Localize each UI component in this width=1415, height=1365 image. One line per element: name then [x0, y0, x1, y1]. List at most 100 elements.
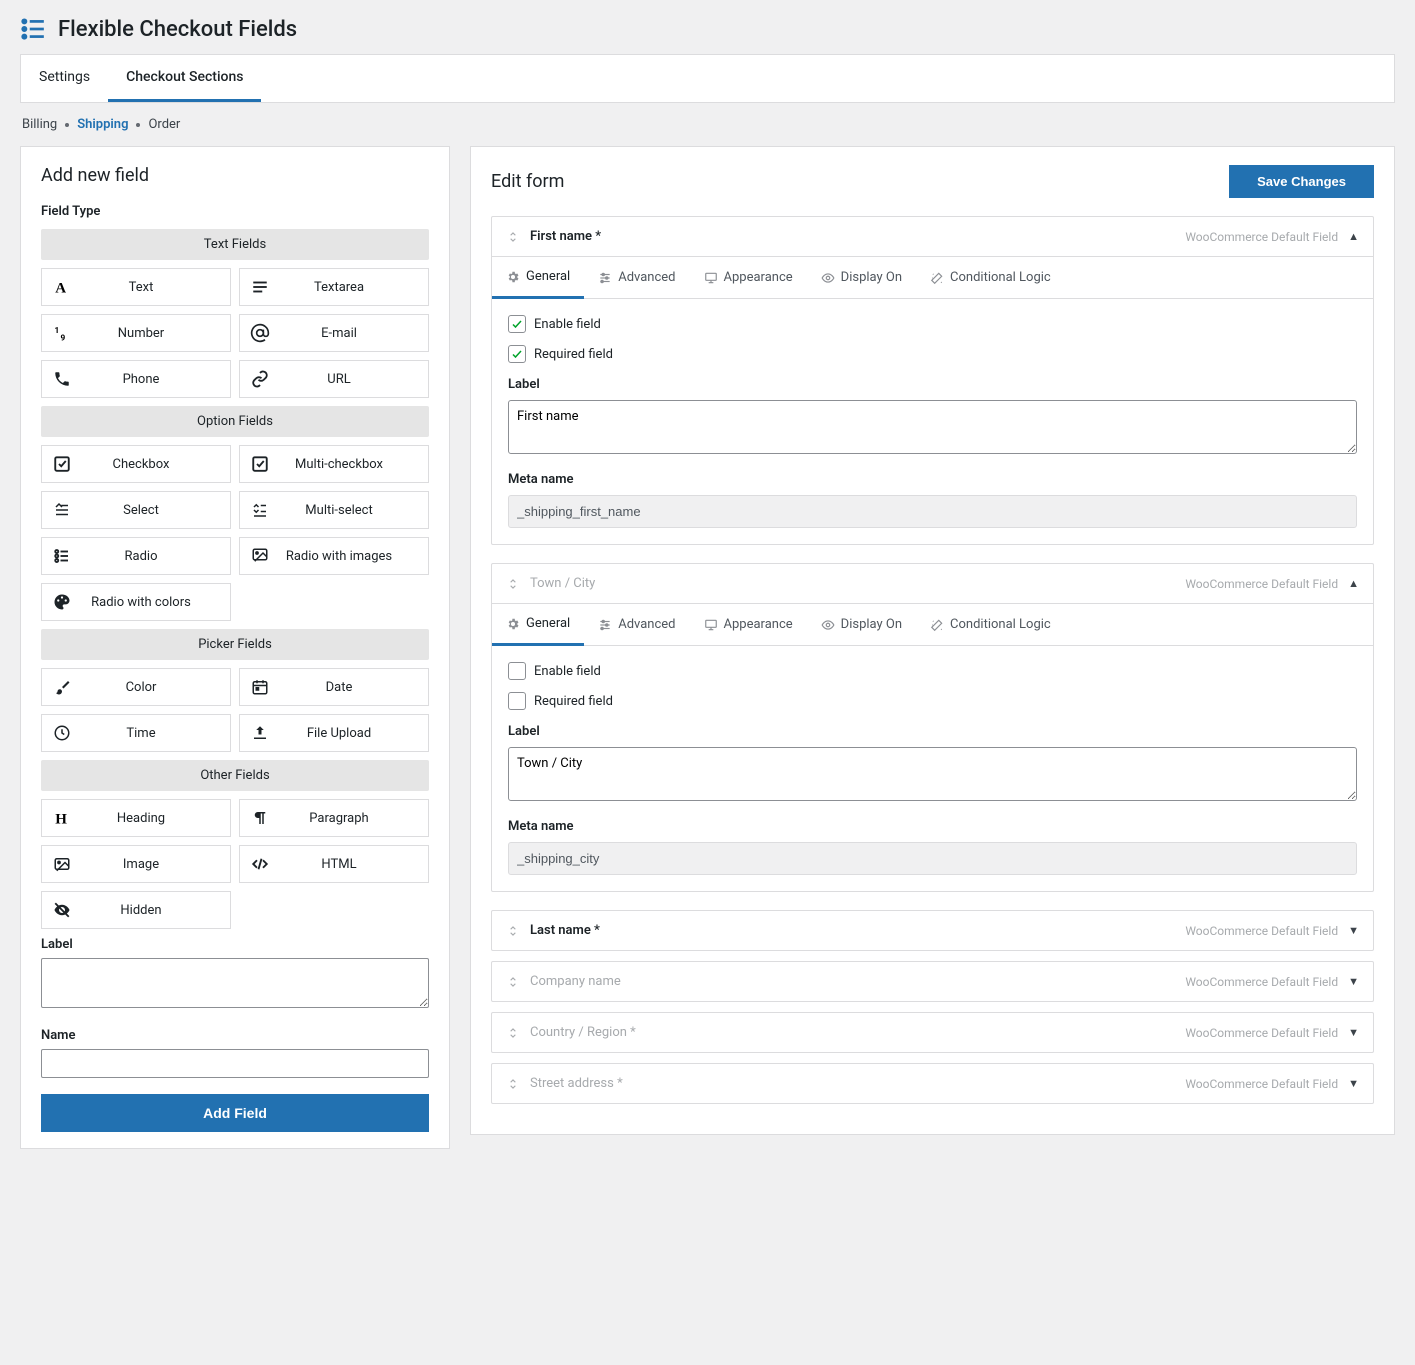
field-tab-display-on[interactable]: Display On [807, 257, 916, 298]
subtab-shipping[interactable]: Shipping [77, 117, 128, 132]
field-card: First name *WooCommerce Default Field▲ Ge… [491, 216, 1374, 545]
required-checkbox[interactable] [508, 692, 526, 710]
enable-checkbox[interactable] [508, 662, 526, 680]
field-type-label: Text [82, 280, 230, 295]
drag-handle-icon[interactable] [506, 577, 520, 591]
tab-settings[interactable]: Settings [21, 55, 108, 102]
field-type-e-mail[interactable]: E-mail [239, 314, 429, 352]
field-tab-general[interactable]: General [492, 604, 584, 646]
field-type-heading[interactable]: HHeading [41, 799, 231, 837]
drag-handle-icon[interactable] [506, 1026, 520, 1040]
field-tab-label: Appearance [724, 270, 793, 285]
field-tab-label: General [526, 269, 570, 284]
field-type-date[interactable]: Date [239, 668, 429, 706]
eye-icon [821, 271, 835, 285]
field-type-radio-with-colors[interactable]: Radio with colors [41, 583, 231, 621]
default-badge: WooCommerce Default Field [1185, 924, 1338, 938]
code-icon [240, 855, 280, 873]
meta-input [508, 842, 1357, 875]
new-name-input[interactable] [41, 1049, 429, 1078]
image-icon [42, 855, 82, 873]
label-heading: Label [508, 377, 1357, 392]
field-card-header[interactable]: Country / Region *WooCommerce Default Fi… [492, 1013, 1373, 1052]
screen-icon [704, 618, 718, 632]
field-tab-display-on[interactable]: Display On [807, 604, 916, 645]
gear-icon [506, 617, 520, 631]
field-tab-label: Advanced [618, 270, 675, 285]
field-type-radio-with-images[interactable]: Radio with images [239, 537, 429, 575]
default-badge: WooCommerce Default Field [1185, 577, 1338, 591]
clock-icon [42, 724, 82, 742]
drag-handle-icon[interactable] [506, 230, 520, 244]
group-header: Other Fields [41, 760, 429, 791]
field-type-label: Textarea [280, 280, 428, 295]
field-tab-conditional-logic[interactable]: Conditional Logic [916, 604, 1065, 645]
subtab-billing[interactable]: Billing [22, 117, 57, 132]
field-card-header[interactable]: Town / CityWooCommerce Default Field▲ [492, 564, 1373, 603]
field-type-file-upload[interactable]: File Upload [239, 714, 429, 752]
field-type-time[interactable]: Time [41, 714, 231, 752]
app-icon [20, 16, 46, 42]
svg-text:H: H [55, 811, 67, 827]
field-type-phone[interactable]: Phone [41, 360, 231, 398]
drag-handle-icon[interactable] [506, 924, 520, 938]
field-type-html[interactable]: HTML [239, 845, 429, 883]
field-type-radio[interactable]: Radio [41, 537, 231, 575]
field-type-image[interactable]: Image [41, 845, 231, 883]
svg-text:A: A [55, 280, 66, 296]
tabs-bar: Settings Checkout Sections [20, 54, 1395, 103]
field-card-header[interactable]: Street address *WooCommerce Default Fiel… [492, 1064, 1373, 1103]
group-header: Picker Fields [41, 629, 429, 660]
field-card-header[interactable]: Last name *WooCommerce Default Field▼ [492, 911, 1373, 950]
subtab-order[interactable]: Order [148, 117, 180, 132]
field-type-multi-select[interactable]: Multi-select [239, 491, 429, 529]
sliders-icon [598, 618, 612, 632]
field-tab-label: Display On [841, 617, 902, 632]
field-tab-general[interactable]: General [492, 257, 584, 299]
field-type-hidden[interactable]: Hidden [41, 891, 231, 929]
field-type-label: HTML [280, 857, 428, 872]
field-type-label: Radio with colors [82, 595, 230, 610]
eye-icon [821, 618, 835, 632]
field-type-label: Checkbox [82, 457, 230, 472]
field-type-select[interactable]: Select [41, 491, 231, 529]
field-type-checkbox[interactable]: Checkbox [41, 445, 231, 483]
tab-checkout-sections[interactable]: Checkout Sections [108, 55, 261, 102]
page-header: Flexible Checkout Fields [0, 0, 1415, 54]
subtab-divider [65, 123, 69, 127]
field-type-number[interactable]: 19Number [41, 314, 231, 352]
field-tab-appearance[interactable]: Appearance [690, 257, 807, 298]
field-tab-appearance[interactable]: Appearance [690, 604, 807, 645]
drag-handle-icon[interactable] [506, 975, 520, 989]
mselect-icon [240, 501, 280, 519]
label-input[interactable]: First name [508, 400, 1357, 454]
field-type-textarea[interactable]: Textarea [239, 268, 429, 306]
field-tab-advanced[interactable]: Advanced [584, 604, 689, 645]
svg-text:1: 1 [55, 326, 60, 336]
field-tab-conditional-logic[interactable]: Conditional Logic [916, 257, 1065, 298]
required-label: Required field [534, 694, 613, 709]
field-type-url[interactable]: URL [239, 360, 429, 398]
enable-checkbox[interactable] [508, 315, 526, 333]
caret-icon: ▼ [1348, 975, 1359, 988]
sliders-icon [598, 271, 612, 285]
required-checkbox[interactable] [508, 345, 526, 363]
field-tab-advanced[interactable]: Advanced [584, 257, 689, 298]
add-field-button[interactable]: Add Field [41, 1094, 429, 1132]
new-label-input[interactable] [41, 958, 429, 1008]
field-type-label: Radio with images [280, 549, 428, 564]
field-title: Last name * [530, 923, 1175, 938]
field-type-multi-checkbox[interactable]: Multi-checkbox [239, 445, 429, 483]
enable-label: Enable field [534, 317, 601, 332]
field-card: Town / CityWooCommerce Default Field▲Gen… [491, 563, 1374, 892]
field-card-header[interactable]: First name *WooCommerce Default Field▲ [492, 217, 1373, 256]
field-type-paragraph[interactable]: Paragraph [239, 799, 429, 837]
drag-handle-icon[interactable] [506, 1077, 520, 1091]
label-input[interactable]: Town / City [508, 747, 1357, 801]
wand-icon [930, 271, 944, 285]
save-button[interactable]: Save Changes [1229, 165, 1374, 198]
field-type-text[interactable]: A Text [41, 268, 231, 306]
field-type-color[interactable]: Color [41, 668, 231, 706]
field-card-header[interactable]: Company nameWooCommerce Default Field▼ [492, 962, 1373, 1001]
select-icon [42, 501, 82, 519]
